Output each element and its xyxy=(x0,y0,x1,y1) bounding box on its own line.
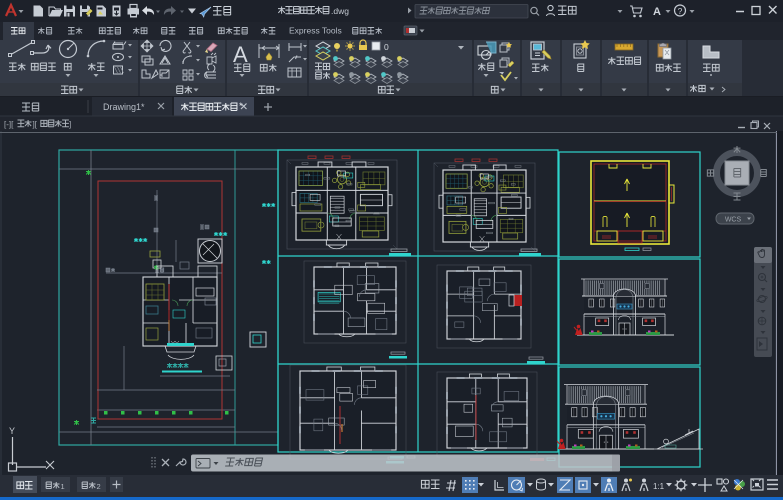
svg-text:*: * xyxy=(239,101,243,111)
svg-text:WCS: WCS xyxy=(725,217,742,224)
svg-text:A: A xyxy=(653,6,661,18)
svg-text:Y: Y xyxy=(9,426,15,436)
svg-text:1: 1 xyxy=(61,482,65,491)
svg-text:Express Tools: Express Tools xyxy=(289,26,342,36)
svg-text:Drawing1*: Drawing1* xyxy=(103,102,145,112)
svg-text:?: ? xyxy=(678,6,683,16)
svg-text:[-][: [-][ xyxy=(4,120,14,129)
svg-text:]: ] xyxy=(69,120,71,129)
svg-text:0: 0 xyxy=(384,42,389,52)
svg-text:2: 2 xyxy=(97,482,101,491)
svg-text:A: A xyxy=(233,42,248,67)
svg-text:.dwg: .dwg xyxy=(331,6,349,16)
svg-text:][: ][ xyxy=(33,120,38,129)
svg-text:1:1: 1:1 xyxy=(653,482,665,491)
